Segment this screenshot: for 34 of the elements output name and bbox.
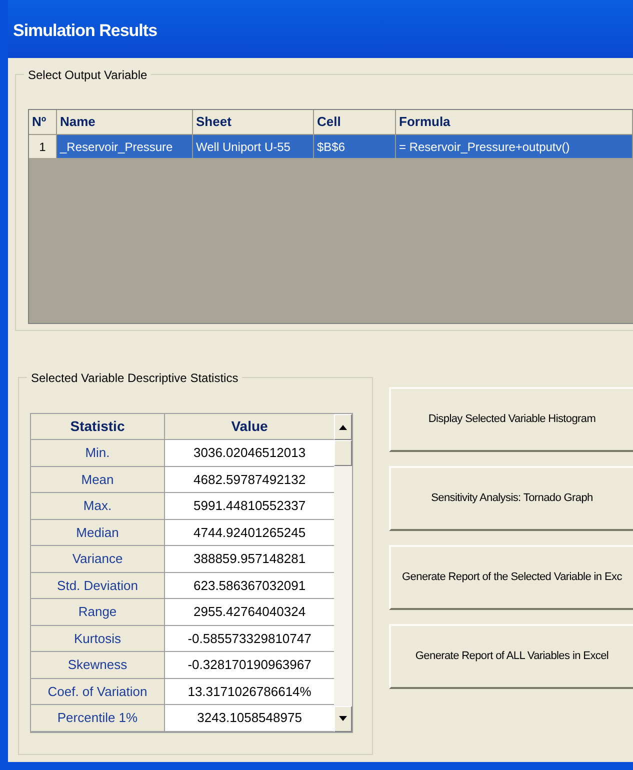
column-header[interactable]: Name	[57, 110, 193, 134]
table-cell: 388859.957148281	[165, 546, 334, 572]
table-cell: 3036.02046512013	[165, 440, 334, 466]
column-header[interactable]: Value	[165, 414, 334, 439]
action-button[interactable]: Display Selected Variable Histogram	[389, 387, 633, 452]
up-arrow-icon	[339, 424, 348, 430]
action-button[interactable]: Generate Report of the Selected Variable in Exc	[389, 545, 633, 610]
column-header[interactable]: Nº	[29, 110, 57, 134]
action-button[interactable]: Sensitivity Analysis: Tornado Graph	[389, 466, 633, 531]
scroll-up-button[interactable]	[334, 414, 352, 440]
table-cell: 2955.42764040324	[165, 599, 334, 624]
table-cell[interactable]: = Reservoir_Pressure+outputv()	[396, 135, 633, 158]
table-cell[interactable]: $B$6	[314, 135, 396, 158]
column-header[interactable]: Statistic	[31, 414, 165, 439]
column-header[interactable]: Formula	[396, 110, 633, 134]
action-button[interactable]: Generate Report of ALL Variables in Excel	[389, 624, 633, 689]
table-cell: -0.585573329810747	[165, 626, 334, 651]
table-cell: 3243.1058548975	[165, 705, 334, 730]
table-cell: 623.586367032091	[165, 572, 334, 598]
table-cell[interactable]: _Reservoir_Pressure	[57, 135, 193, 158]
table-cell: 13.3171026786614%	[165, 678, 334, 704]
column-header[interactable]: Cell	[314, 110, 396, 134]
column-header[interactable]: Sheet	[193, 110, 314, 134]
scroll-thumb[interactable]	[334, 440, 352, 466]
scroll-down-button[interactable]	[334, 706, 352, 732]
table-cell: 5991.44810552337	[165, 493, 334, 518]
row-number[interactable]: 1	[29, 135, 57, 158]
table-cell: -0.328170190963967	[165, 652, 334, 678]
scrollbar[interactable]	[334, 414, 352, 732]
down-arrow-icon	[339, 716, 348, 721]
table-cell: 4682.59787492132	[165, 466, 334, 492]
table-cell[interactable]: Well Uniport U-55	[193, 135, 314, 158]
table-cell: 4744.92401265245	[165, 520, 334, 545]
window-title: Simulation Results	[13, 20, 158, 42]
